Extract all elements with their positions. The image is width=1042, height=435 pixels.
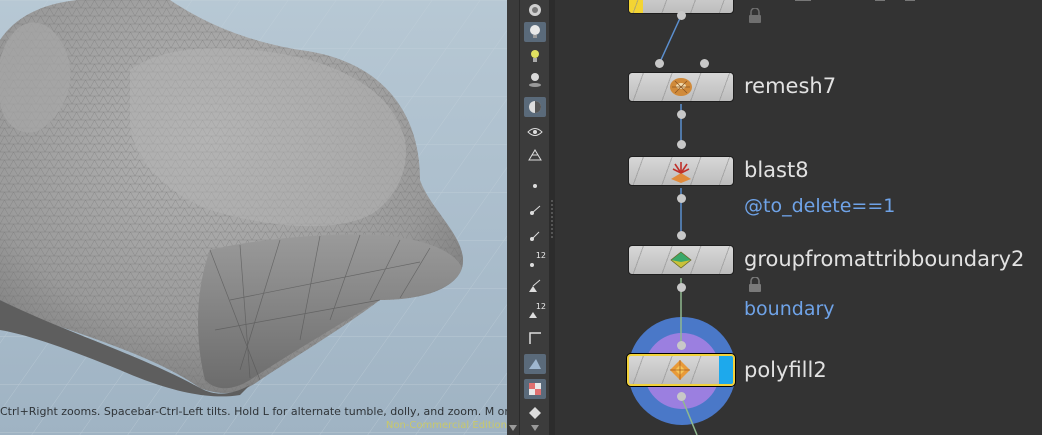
point-display-icon[interactable]: [524, 176, 546, 196]
primitive-numbers-icon[interactable]: 12: [524, 302, 546, 322]
output-port[interactable]: [677, 392, 686, 401]
node-remesh7[interactable]: [628, 72, 734, 102]
point-numbers-badge: 12: [535, 251, 546, 260]
viewport-scrollbar[interactable]: [507, 0, 519, 435]
node-blast8[interactable]: [628, 156, 734, 186]
light-icon[interactable]: [524, 22, 546, 42]
input-port-right[interactable]: [700, 59, 709, 68]
point-normals-icon[interactable]: [524, 200, 546, 220]
display-options-icon[interactable]: [524, 0, 546, 20]
input-port-left[interactable]: [655, 59, 664, 68]
snapping-icon[interactable]: [524, 403, 546, 423]
viewport-scene: [0, 0, 519, 435]
shading-mode-icon[interactable]: [524, 97, 546, 117]
network-editor[interactable]: remesh7 blast8 @to_delete==1 groupfromat…: [555, 0, 1042, 435]
point-numbers-label-icon[interactable]: 12: [524, 251, 546, 271]
output-port[interactable]: [677, 11, 686, 20]
node-label-remesh7[interactable]: remesh7: [744, 74, 836, 98]
input-port[interactable]: [677, 231, 686, 240]
wire-top-remesh7: [659, 15, 682, 63]
edges-icon[interactable]: [524, 328, 546, 348]
node-comment-blast8[interactable]: @to_delete==1: [744, 195, 895, 217]
remesh-icon: [670, 78, 692, 96]
node-label-groupfromattribboundary2[interactable]: groupfromattribboundary2: [744, 247, 1024, 271]
input-port[interactable]: [677, 140, 686, 149]
display-toolbar: 12 12: [519, 0, 550, 435]
primitive-numbers-badge: 12: [535, 302, 546, 311]
point-numbers-icon[interactable]: [524, 226, 546, 246]
headlight-icon[interactable]: [524, 46, 546, 66]
blast-icon: [671, 162, 691, 183]
node-comment-groupfromattribboundary2[interactable]: boundary: [744, 298, 835, 320]
output-port[interactable]: [677, 110, 686, 119]
visibility-icon[interactable]: [524, 122, 546, 142]
lock-icon: [749, 8, 761, 23]
group-icon: [670, 251, 692, 269]
node-groupfromattribboundary2[interactable]: [628, 245, 734, 275]
camera-light-icon[interactable]: [524, 70, 546, 90]
lock-icon: [749, 277, 761, 292]
viewport-hint-text: Ctrl+Right zooms. Spacebar-Ctrl-Left til…: [0, 405, 519, 418]
edition-watermark: Non-Commercial Edition: [385, 420, 507, 431]
node-label-polyfill2[interactable]: polyfill2: [744, 358, 827, 382]
backface-icon[interactable]: [524, 354, 546, 374]
output-port[interactable]: [677, 283, 686, 292]
node-label-blast8[interactable]: blast8: [744, 158, 809, 182]
scene-viewport[interactable]: Ctrl+Right zooms. Spacebar-Ctrl-Left til…: [0, 0, 519, 435]
output-port[interactable]: [677, 194, 686, 203]
primitive-normals-icon[interactable]: [524, 276, 546, 296]
texture-icon[interactable]: [524, 379, 546, 399]
toolbar-more-icon[interactable]: [524, 422, 546, 434]
display-flag[interactable]: [719, 356, 733, 384]
scroll-down-icon[interactable]: [509, 425, 517, 431]
divider-grip[interactable]: [551, 200, 553, 240]
input-port[interactable]: [677, 341, 686, 350]
wireframe-icon[interactable]: [524, 146, 546, 166]
polyfill-icon: [670, 360, 690, 380]
node-polyfill2[interactable]: [627, 354, 735, 386]
